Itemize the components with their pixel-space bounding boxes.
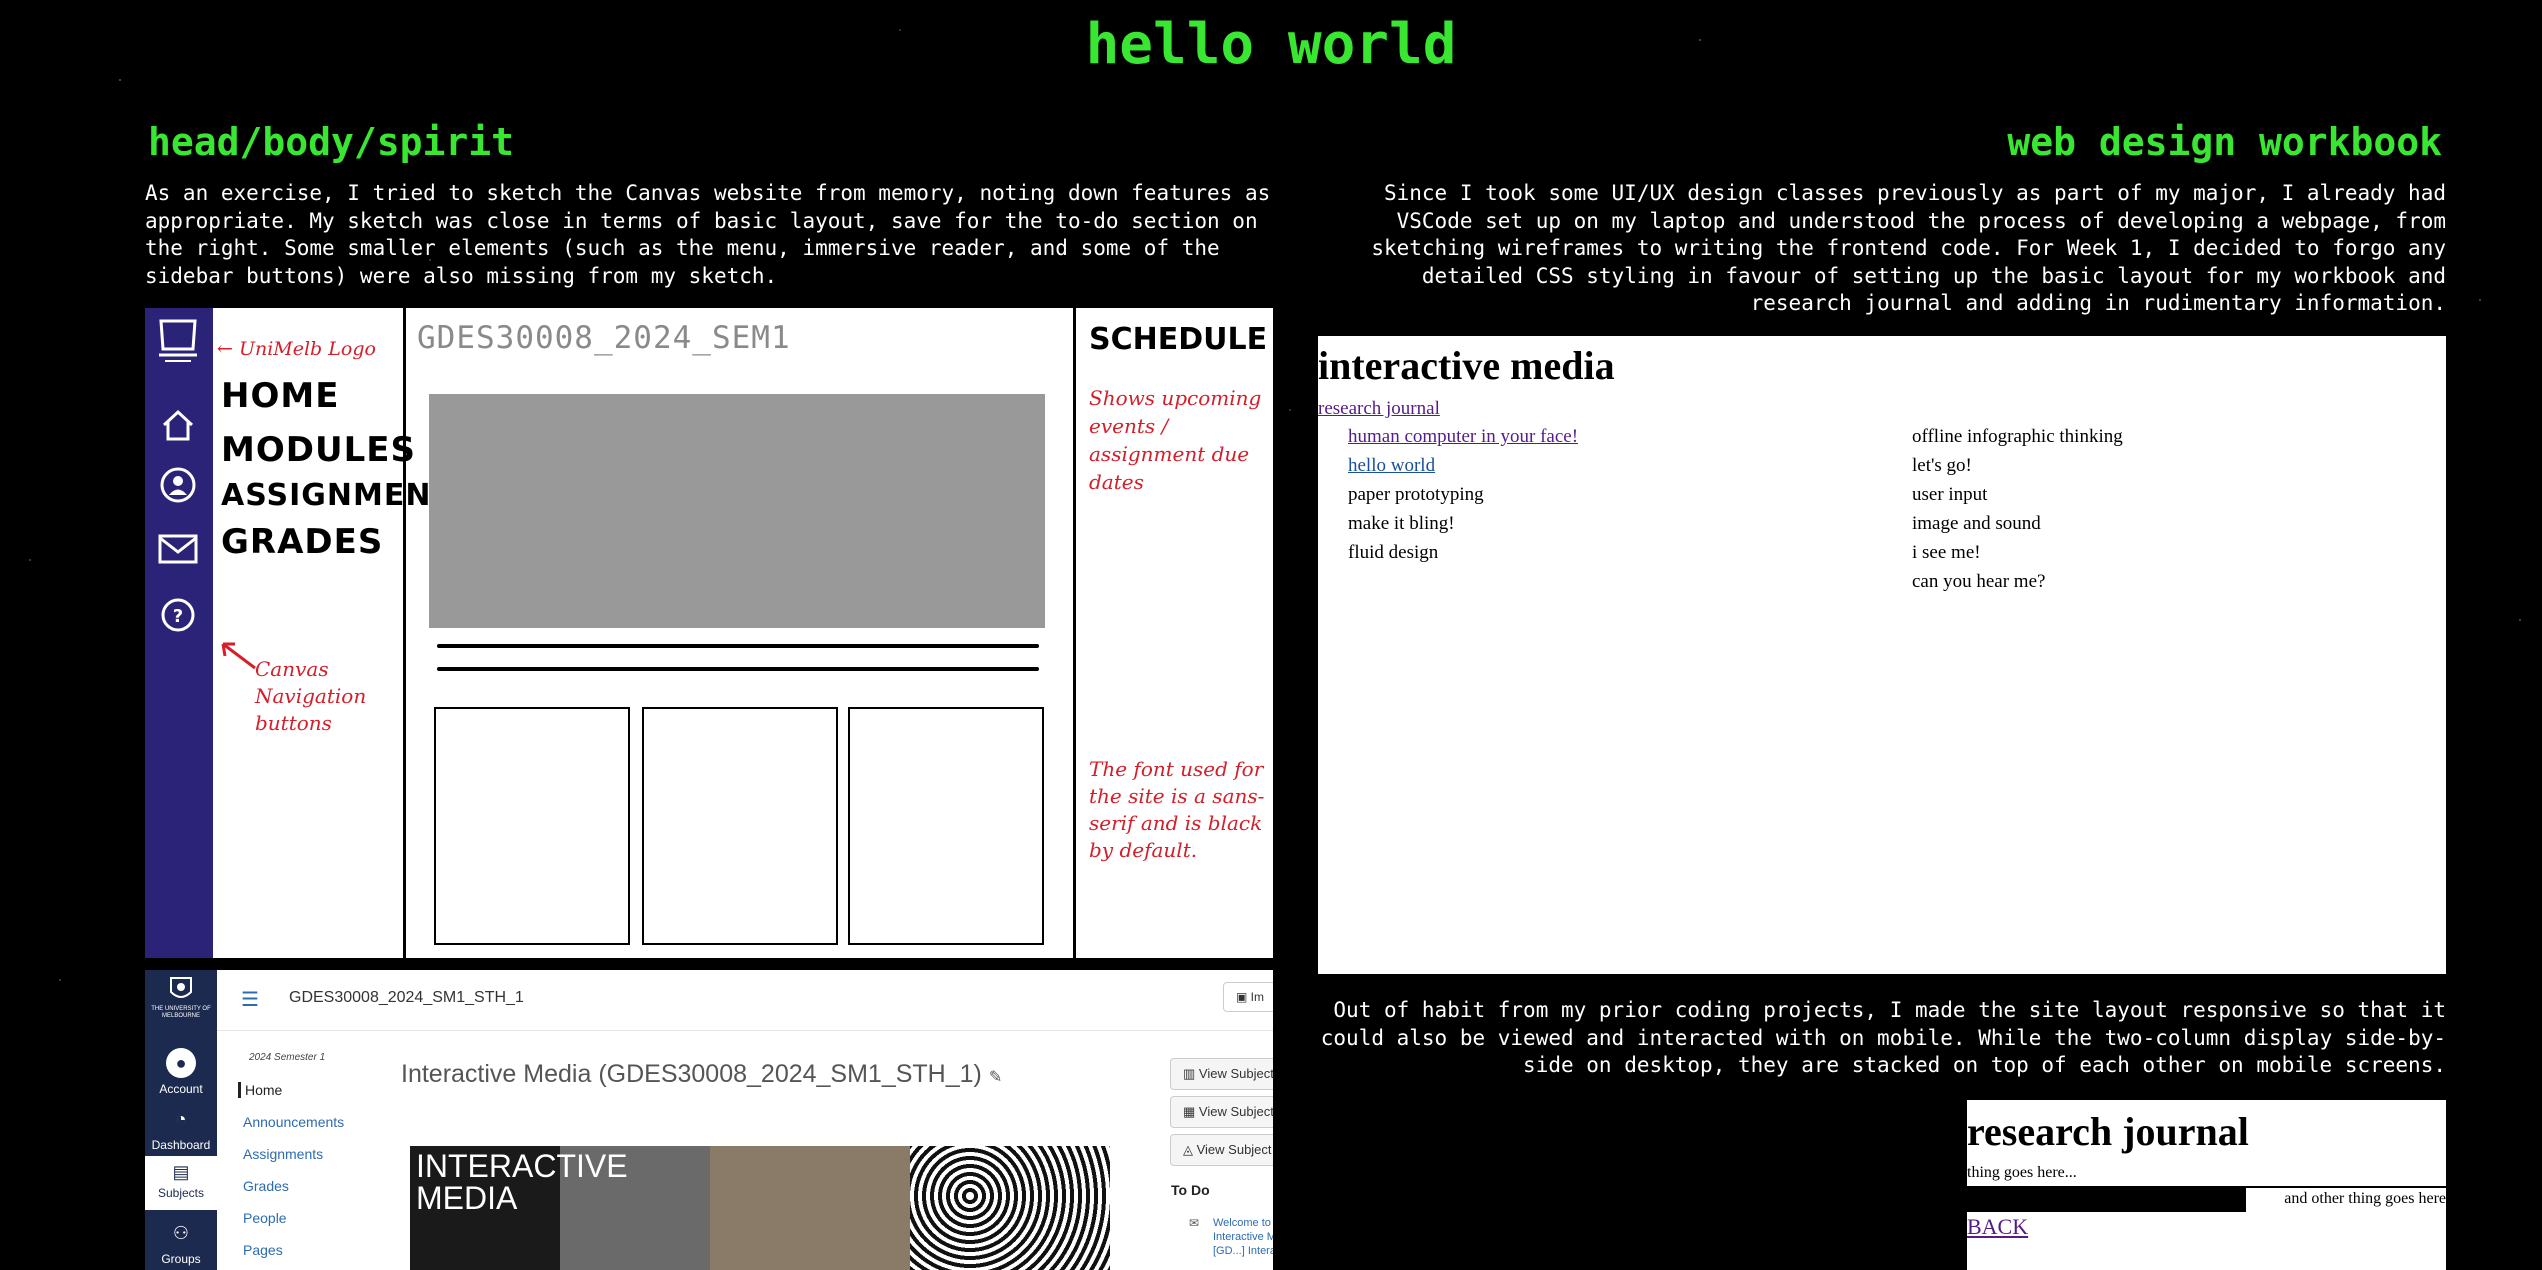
banner-photo — [710, 1146, 910, 1270]
course-menu-announcements[interactable]: Announcements — [243, 1114, 344, 1130]
course-title-text: Interactive Media (GDES30008_2024_SM1_ST… — [401, 1060, 982, 1088]
dashboard-icon: ◔ — [175, 1109, 187, 1129]
week-item-8: user input — [1912, 484, 1988, 505]
sketch-schedule-heading: SCHEDULE — [1089, 322, 1268, 357]
week-item-3: paper prototyping — [1348, 484, 1484, 505]
view-subject-label: View Subject — [1198, 1066, 1273, 1081]
sketch-divider — [403, 308, 406, 958]
view-subject-label: View Subject — [1196, 1142, 1272, 1157]
research-journal-link[interactable]: research journal — [1318, 398, 1440, 420]
right-paragraph-2: Out of habit from my prior coding projec… — [1320, 998, 2446, 1077]
view-subject-button-1[interactable]: ▥ View Subject — [1170, 1058, 1273, 1090]
rj-thing-1: thing goes here... — [1967, 1164, 2077, 1181]
week-item-9: image and sound — [1912, 513, 2041, 534]
week-item-6: offline infographic thinking — [1912, 426, 2123, 447]
week-item-11: can you hear me? — [1912, 571, 2046, 592]
sketch-nav-grades: GRADES — [221, 522, 384, 562]
week-item-4: make it bling! — [1348, 513, 1455, 534]
canvas-global-nav: THE UNIVERSITY OF MELBOURNE ● Account ◔ … — [145, 970, 217, 1270]
bell-icon: ◬ — [1183, 1142, 1197, 1157]
course-banner-image: INTERACTIVE MEDIA — [410, 1146, 1110, 1270]
canvas-screenshot-image: THE UNIVERSITY OF MELBOURNE ● Account ◔ … — [145, 970, 1273, 1270]
rj-title: research journal — [1967, 1109, 2249, 1154]
unimelb-logo-text: THE UNIVERSITY OF MELBOURNE — [151, 1006, 211, 1019]
nav-groups[interactable]: ⚇ Groups — [145, 1218, 217, 1266]
sketch-note-font: The font used for the site is a sans-ser… — [1089, 757, 1265, 862]
week-item-10: i see me! — [1912, 542, 1981, 563]
sketch-sidebar: ? — [145, 308, 213, 958]
nav-subjects[interactable]: ▤ Subjects — [145, 1156, 217, 1210]
sketch-course-code: GDES30008_2024_SEM1 — [417, 320, 791, 356]
nav-dashboard[interactable]: ◔ Dashboard — [145, 1104, 217, 1152]
week-item-5: fluid design — [1348, 542, 1439, 563]
week-link-2[interactable]: hello world — [1348, 455, 1435, 477]
subjects-icon: ▤ — [172, 1162, 190, 1182]
workbook-site-screenshot: interactive media research journal human… — [1318, 336, 2446, 974]
account-icon — [155, 462, 201, 508]
rj-row — [1967, 1212, 2446, 1270]
help-icon: ? — [155, 592, 201, 638]
announcement-icon: ✉ — [1189, 1216, 1200, 1230]
course-menu-people[interactable]: People — [243, 1210, 287, 1226]
immersive-reader-label: Im — [1250, 990, 1265, 1004]
sketch-card — [434, 707, 630, 945]
right-paragraph: Since I took some UI/UX design classes p… — [1371, 181, 2446, 315]
nav-subjects-label: Subjects — [157, 1186, 205, 1200]
week-link-1[interactable]: human computer in your face! — [1348, 426, 1578, 448]
left-paragraph: As an exercise, I tried to sketch the Ca… — [145, 181, 1271, 288]
banner-text: INTERACTIVE MEDIA — [416, 1148, 628, 1216]
chart-icon: ▥ — [1183, 1066, 1199, 1081]
edit-icon[interactable]: ✎ — [989, 1069, 1002, 1086]
sketch-note-nav: Canvas Navigation buttons — [255, 657, 367, 735]
left-section-heading: head/body/spirit — [148, 120, 515, 164]
nav-groups-label: Groups — [161, 1252, 201, 1266]
course-menu-pages[interactable]: Pages — [243, 1242, 283, 1258]
sketch-banner — [429, 394, 1045, 628]
right-section-heading: web design workbook — [2007, 120, 2442, 164]
groups-icon: ⚇ — [172, 1223, 190, 1243]
sketch-nav-home: HOME — [221, 376, 340, 416]
back-link[interactable]: BACK — [1967, 1214, 2028, 1240]
nav-dashboard-label: Dashboard — [151, 1138, 211, 1152]
unimelb-logo: THE UNIVERSITY OF MELBOURNE — [145, 974, 217, 1020]
page-title: hello world — [1085, 12, 1457, 77]
sketch-note-logo: ← UniMelb Logo — [217, 338, 376, 360]
course-menu-assignments[interactable]: Assignments — [243, 1146, 323, 1162]
sketch-text-line — [437, 644, 1039, 648]
hamburger-menu-icon[interactable]: ☰ — [241, 990, 263, 1010]
week-item-7: let's go! — [1912, 455, 1972, 476]
sketch-nav-modules: MODULES — [221, 430, 416, 470]
todo-heading: To Do — [1171, 1182, 1210, 1198]
course-menu-grades[interactable]: Grades — [243, 1178, 289, 1194]
calendar-icon: ▦ — [1183, 1104, 1199, 1119]
sketch-card — [848, 707, 1044, 945]
semester-label: 2024 Semester 1 — [249, 1052, 326, 1063]
im-title: interactive media — [1318, 343, 1615, 388]
immersive-reader-icon: ▣ — [1236, 990, 1251, 1004]
home-icon — [155, 402, 201, 448]
rj-thing-2: and other thing goes here — [2284, 1190, 2446, 1207]
todo-item[interactable]: Welcome to Interactive Media [GD...] Int… — [1213, 1216, 1273, 1258]
sketch-note-schedule: Shows upcoming events / assignment due d… — [1089, 386, 1262, 494]
view-subject-label: View Subject — [1198, 1104, 1273, 1119]
canvas-sketch-image: ? ← UniMelb Logo HOME MODULES ASSIGNMENT… — [145, 308, 1273, 958]
course-title: Interactive Media (GDES30008_2024_SM1_ST… — [401, 1060, 1002, 1089]
sketch-card — [642, 707, 838, 945]
nav-account[interactable]: ● Account — [145, 1048, 217, 1096]
research-journal-screenshot: research journal thing goes here... and … — [1967, 1100, 2446, 1270]
inbox-icon — [155, 526, 201, 572]
banner-pattern — [910, 1146, 1110, 1270]
nav-account-label: Account — [159, 1082, 203, 1096]
view-subject-button-2[interactable]: ▦ View Subject — [1170, 1096, 1273, 1128]
immersive-reader-button[interactable]: ▣ Im — [1223, 982, 1273, 1012]
view-subject-button-3[interactable]: ◬ View Subject — [1170, 1134, 1273, 1166]
course-menu-home[interactable]: Home — [238, 1082, 282, 1098]
account-icon: ● — [166, 1048, 196, 1078]
svg-text:?: ? — [173, 606, 183, 627]
unimelb-crest-icon — [170, 977, 192, 998]
unimelb-logo-icon — [155, 318, 201, 364]
sketch-text-line — [437, 667, 1039, 671]
breadcrumb[interactable]: GDES30008_2024_SM1_STH_1 — [289, 989, 524, 1007]
sketch-divider — [1073, 308, 1076, 958]
